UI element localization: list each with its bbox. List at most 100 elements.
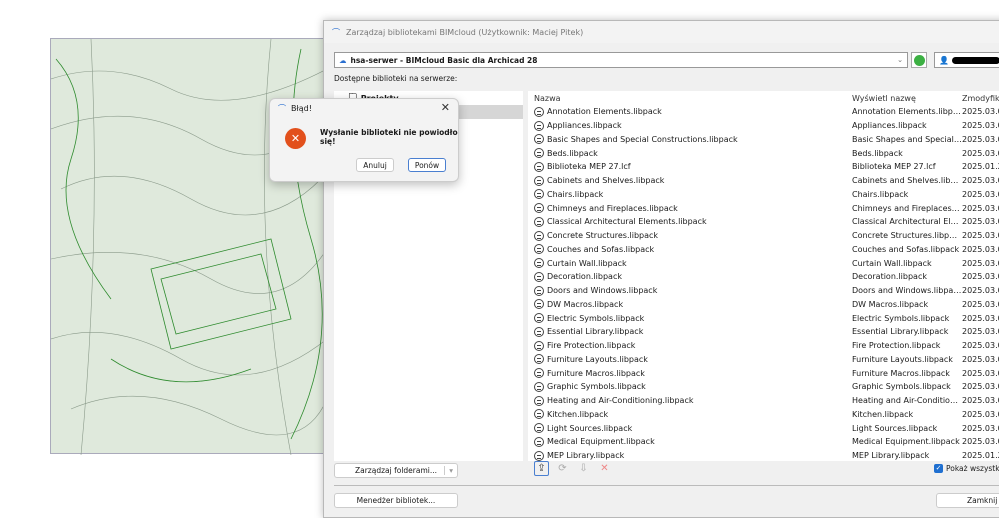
library-display-name: Light Sources.libpack — [852, 423, 938, 433]
library-name: Light Sources.libpack — [547, 423, 633, 433]
library-display-name: MEP Library.libpack — [852, 451, 930, 461]
library-row[interactable]: Cabinets and Shelves.libpack Cabinets and… — [528, 174, 999, 188]
library-name: Beds.libpack — [547, 148, 598, 158]
server-select[interactable]: ☁ hsa-serwer - BIMcloud Basic dla Archic… — [334, 52, 908, 68]
library-row[interactable]: Heating and Air-Conditioning.libpack Heat… — [528, 394, 999, 408]
show-all-checkbox[interactable]: ✓ Pokaż wszystko — [934, 464, 999, 473]
library-name-cell: Kitchen.libpack — [528, 409, 852, 420]
library-display-name: Appliances.libpack — [852, 121, 962, 131]
library-modified: 2025.03.0 — [962, 313, 999, 323]
library-icon — [534, 106, 544, 117]
library-name: Kitchen.libpack — [547, 409, 609, 419]
library-name: Doors and Windows.libpack — [547, 286, 658, 296]
retry-button[interactable]: Ponów — [408, 158, 446, 172]
library-display-name: Concrete Structures.libpack — [852, 231, 962, 241]
library-modified: 2025.03.0 — [962, 189, 999, 199]
library-row[interactable]: Chimneys and Fireplaces.libpack Chimneys … — [528, 201, 999, 215]
library-row[interactable]: Beds.libpack Beds.libpack 2025.03.0 — [528, 146, 999, 160]
library-name: Classical Architectural Elements.libpack — [547, 217, 707, 227]
user-field[interactable]: 👤 — [934, 52, 999, 68]
close-button[interactable]: Zamknij — [936, 493, 999, 508]
library-modified: 2025.03.0 — [962, 231, 999, 241]
redacted-username — [951, 56, 999, 64]
library-display-name: Beds.libpack — [852, 148, 903, 158]
update-library-button[interactable]: ⟳ — [555, 461, 570, 476]
library-row[interactable]: MEP Library.libpack MEP Library.libpack 20… — [528, 449, 999, 461]
library-display-name: Furniture Layouts.libpack — [852, 354, 953, 364]
library-icon — [534, 189, 544, 200]
library-row[interactable]: Basic Shapes and Special Constructions.l… — [528, 133, 999, 147]
library-row[interactable]: Appliances.libpack Appliances.libpack 2025… — [528, 119, 999, 133]
sync-button[interactable] — [911, 52, 927, 68]
library-row[interactable]: Biblioteka MEP 27.lcf Biblioteka MEP 27.l… — [528, 160, 999, 174]
library-row[interactable]: Graphic Symbols.libpack Graphic Symbols.l… — [528, 380, 999, 394]
library-row[interactable]: Furniture Layouts.libpack Furniture Layou… — [528, 353, 999, 367]
library-display-name: Curtain Wall.libpack — [852, 258, 932, 268]
library-row[interactable]: Furniture Macros.libpack Furniture Macros… — [528, 366, 999, 380]
library-modified: 2025.03.0 — [962, 217, 999, 227]
column-modified[interactable]: Zmodyfik — [962, 94, 999, 103]
library-modified: 2025.03.0 — [962, 327, 999, 337]
manage-folders-label: Zarządzaj folderami... — [354, 466, 438, 475]
library-name-cell: Couches and Sofas.libpack — [528, 244, 852, 255]
library-display-name: Decoration.libpack — [852, 272, 927, 282]
library-name: DW Macros.libpack — [547, 299, 624, 309]
library-row[interactable]: DW Macros.libpack DW Macros.libpack 2025.0… — [528, 298, 999, 312]
library-name-cell: Medical Equipment.libpack — [528, 436, 852, 447]
library-modified: 2025.03.0 — [962, 396, 999, 406]
library-row[interactable]: Fire Protection.libpack Fire Protection.l… — [528, 339, 999, 353]
cancel-button[interactable]: Anuluj — [356, 158, 394, 172]
library-row[interactable]: Classical Architectural Elements.libpack… — [528, 215, 999, 229]
download-library-button[interactable]: ⇩ — [576, 461, 591, 476]
library-modified: 2025.03.0 — [962, 299, 999, 309]
library-list[interactable]: Nazwa Wyświetl nazwę Zmodyfik Annotation… — [528, 91, 999, 461]
archicad-logo-icon: ⌒ — [278, 104, 286, 113]
divider — [334, 485, 999, 486]
library-name: Biblioteka MEP 27.lcf — [547, 162, 631, 172]
error-title-text: Błąd! — [291, 104, 312, 113]
library-name: Decoration.libpack — [547, 272, 622, 282]
library-display-name: Fire Protection.libpack — [852, 341, 941, 351]
error-dialog-title: ⌒ Błąd! — [278, 103, 312, 114]
library-display-name: Annotation Elements.libpack — [852, 107, 962, 117]
manage-folders-button[interactable]: Zarządzaj folderami... ▾ — [334, 463, 458, 478]
library-row[interactable]: Electric Symbols.libpack Electric Symbols… — [528, 311, 999, 325]
library-icon — [534, 134, 544, 145]
library-row[interactable]: Light Sources.libpack Light Sources.libpa… — [528, 421, 999, 435]
library-name: MEP Library.libpack — [547, 451, 625, 461]
library-icon — [534, 436, 544, 447]
library-name-cell: Graphic Symbols.libpack — [528, 381, 852, 392]
library-manager-button[interactable]: Menedżer bibliotek... — [334, 493, 458, 508]
library-row[interactable]: Decoration.libpack Decoration.libpack 2025… — [528, 270, 999, 284]
library-row[interactable]: Curtain Wall.libpack Curtain Wall.libpack… — [528, 256, 999, 270]
library-name: Heating and Air-Conditioning.libpack — [547, 396, 694, 406]
available-libraries-label: Dostępne biblioteki na serwerze: — [334, 74, 458, 83]
library-row[interactable]: Chairs.libpack Chairs.libpack 2025.03.0 — [528, 188, 999, 202]
library-display-name: Essential Library.libpack — [852, 327, 949, 337]
upload-library-button[interactable]: ⇪ — [534, 461, 549, 476]
column-name[interactable]: Nazwa — [528, 94, 852, 103]
library-row[interactable]: Annotation Elements.libpack Annotation El… — [528, 105, 999, 119]
close-icon[interactable]: ✕ — [441, 101, 450, 114]
library-name-cell: Light Sources.libpack — [528, 423, 852, 434]
library-display-name: Biblioteka MEP 27.lcf — [852, 162, 962, 172]
library-name: Furniture Macros.libpack — [547, 368, 645, 378]
library-name: Furniture Layouts.libpack — [547, 354, 648, 364]
library-modified: 2025.03.0 — [962, 437, 999, 447]
library-name-cell: Chairs.libpack — [528, 189, 852, 200]
library-modified: 2025.03.0 — [962, 244, 999, 254]
library-row[interactable]: Concrete Structures.libpack Concrete Stru… — [528, 229, 999, 243]
library-modified: 2025.03.0 — [962, 272, 999, 282]
close-label: Zamknij — [967, 496, 998, 505]
delete-library-button[interactable]: ✕ — [597, 461, 612, 476]
library-row[interactable]: Kitchen.libpack Kitchen.libpack 2025.03.0 — [528, 408, 999, 422]
column-display-name[interactable]: Wyświetl nazwę — [852, 94, 962, 103]
chevron-down-icon[interactable]: ▾ — [444, 466, 453, 475]
library-row[interactable]: Couches and Sofas.libpack Couches and Sof… — [528, 243, 999, 257]
library-name-cell: Furniture Layouts.libpack — [528, 354, 852, 365]
library-name: Basic Shapes and Special Constructions.l… — [547, 134, 738, 144]
library-row[interactable]: Medical Equipment.libpack Medical Equipme… — [528, 435, 999, 449]
library-name: Essential Library.libpack — [547, 327, 644, 337]
library-row[interactable]: Doors and Windows.libpack Doors and Windo… — [528, 284, 999, 298]
library-row[interactable]: Essential Library.libpack Essential Libra… — [528, 325, 999, 339]
